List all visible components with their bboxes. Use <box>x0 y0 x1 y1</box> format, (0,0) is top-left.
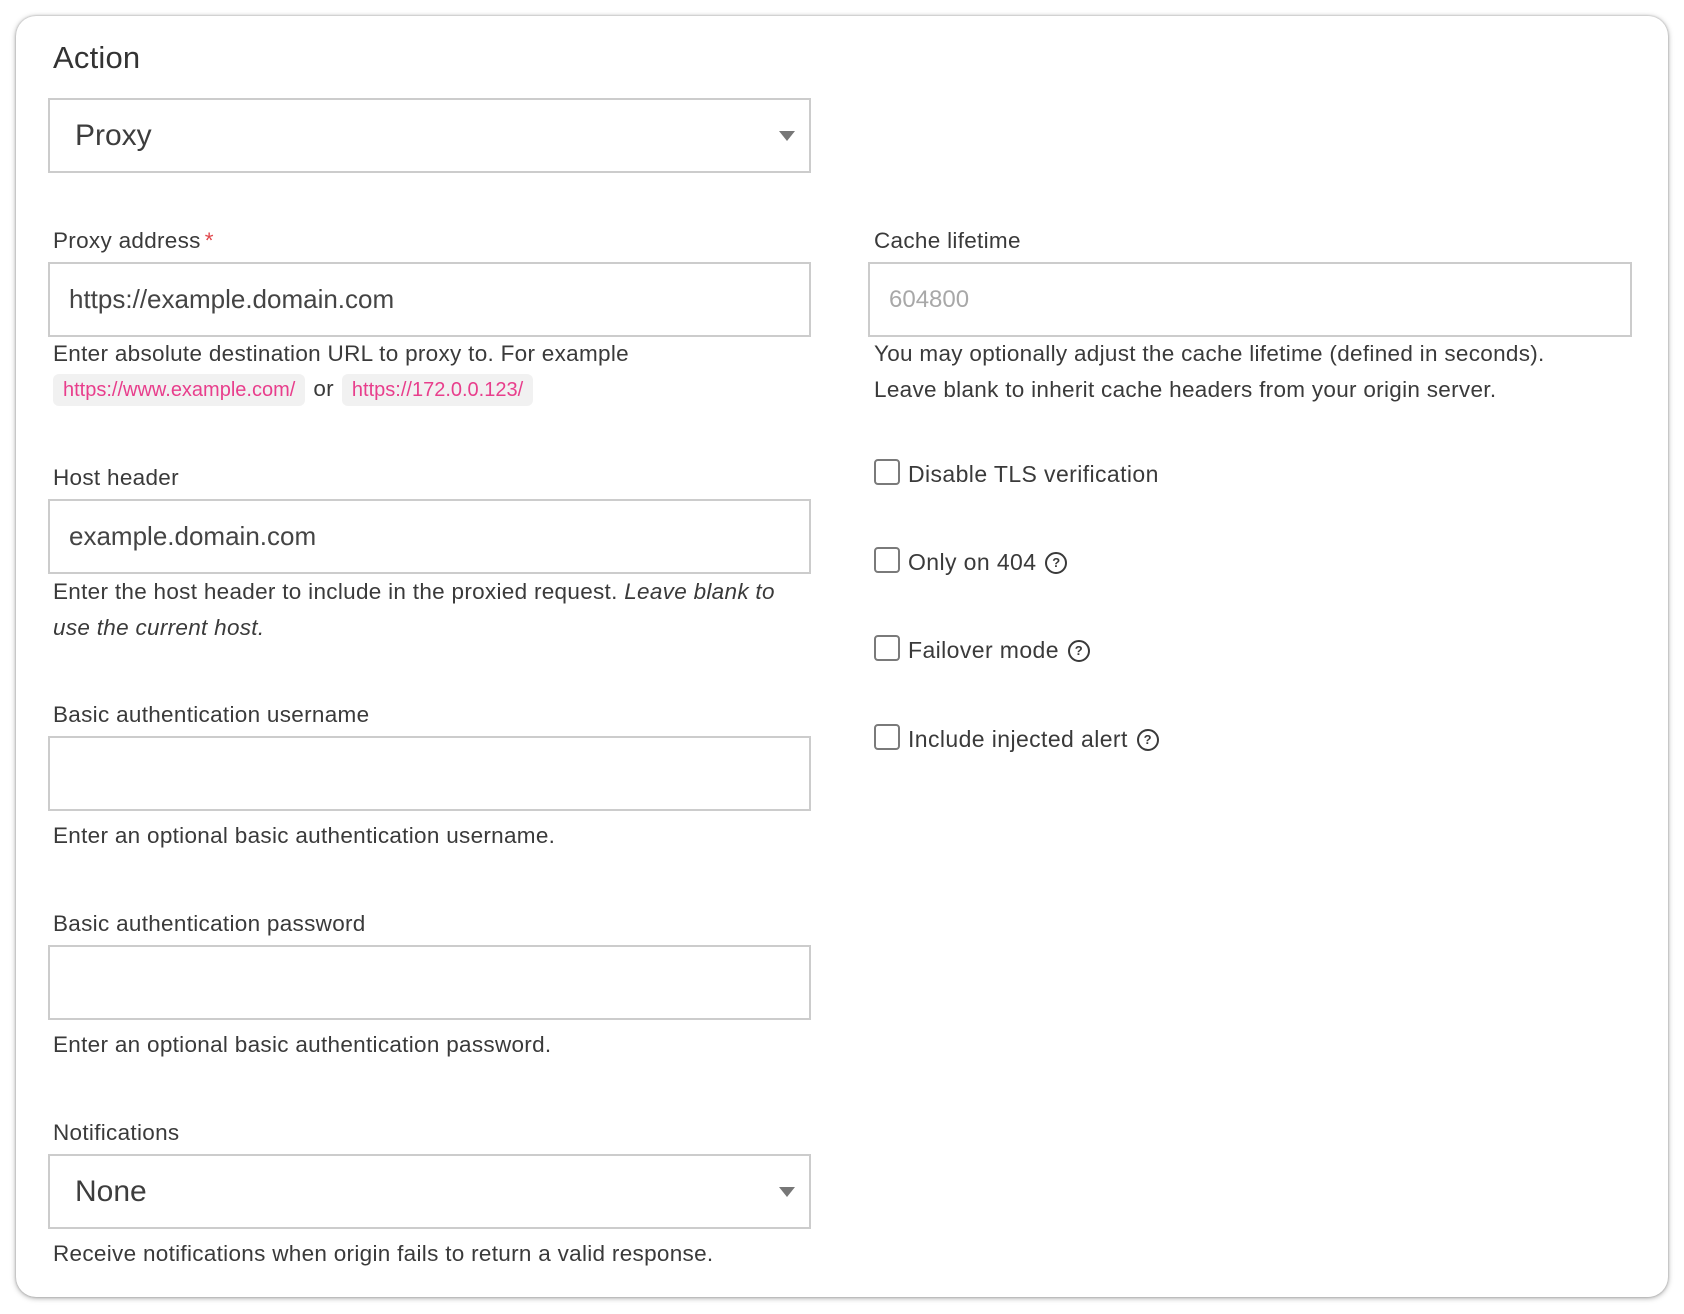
host-header-label: Host header <box>53 465 179 490</box>
checkbox-label: Failover mode <box>908 637 1059 663</box>
checkbox-box[interactable] <box>874 546 900 573</box>
host-header-help: Enter the host header to include in the … <box>53 574 793 646</box>
basic-auth-username-label: Basic authentication username <box>53 702 370 727</box>
host-header-value: example.domain.com <box>69 521 317 551</box>
proxy-address-label: Proxy address * <box>53 228 214 254</box>
proxy-address-value: https://example.domain.com <box>69 284 395 314</box>
host-header-help-text: Enter the host header to include in the … <box>53 579 625 604</box>
basic-auth-username-input[interactable] <box>48 736 811 811</box>
cache-lifetime-input[interactable]: 604800 <box>868 262 1632 337</box>
checkbox-include-injected-alert[interactable]: Include injected alert ? <box>874 723 1159 753</box>
checkbox-only-on-404[interactable]: Only on 404 ? <box>874 546 1068 576</box>
example-url-code-1: https://www.example.com/ <box>53 374 306 406</box>
checkbox-label: Include injected alert <box>908 726 1128 752</box>
checkbox-box[interactable] <box>874 723 900 750</box>
host-header-input[interactable]: example.domain.com <box>48 499 811 574</box>
basic-auth-username-help: Enter an optional basic authentication u… <box>53 823 556 848</box>
action-select[interactable]: Proxy <box>48 98 811 173</box>
notifications-select-value: None <box>75 1174 147 1208</box>
checkbox-failover-mode[interactable]: Failover mode ? <box>874 634 1090 664</box>
help-circle-icon[interactable]: ? <box>1067 639 1090 662</box>
cache-lifetime-label: Cache lifetime <box>874 228 1021 253</box>
checkbox-label: Only on 404 <box>908 549 1037 575</box>
action-settings-card <box>16 16 1668 1297</box>
cache-lifetime-placeholder: 604800 <box>889 285 970 313</box>
basic-auth-password-label: Basic authentication password <box>53 911 366 936</box>
cache-lifetime-help-line-2: Leave blank to inherit cache headers fro… <box>874 377 1497 402</box>
notifications-help: Receive notifications when origin fails … <box>53 1241 714 1266</box>
checkbox-label: Disable TLS verification <box>908 461 1159 487</box>
action-select-value: Proxy <box>75 118 152 152</box>
chevron-down-icon <box>779 1186 795 1197</box>
basic-auth-password-input[interactable] <box>48 945 811 1020</box>
basic-auth-password-help: Enter an optional basic authentication p… <box>53 1032 552 1057</box>
checkbox-box[interactable] <box>874 634 900 661</box>
checkbox-box[interactable] <box>874 458 900 485</box>
help-circle-icon[interactable]: ? <box>1136 728 1159 751</box>
cache-lifetime-help: You may optionally adjust the cache life… <box>874 336 1545 408</box>
checkbox-disable-tls-verification[interactable]: Disable TLS verification <box>874 458 1159 488</box>
required-asterisk: * <box>204 228 214 253</box>
cache-lifetime-help-line-1: You may optionally adjust the cache life… <box>874 341 1545 366</box>
proxy-address-label-text: Proxy address <box>53 228 201 253</box>
notifications-select[interactable]: None <box>48 1154 811 1229</box>
section-title: Action <box>53 40 141 75</box>
help-circle-icon[interactable]: ? <box>1045 551 1068 574</box>
or-text: or <box>313 376 334 401</box>
chevron-down-icon <box>779 130 795 141</box>
notifications-label: Notifications <box>53 1120 180 1145</box>
proxy-address-input[interactable]: https://example.domain.com <box>48 262 811 337</box>
proxy-address-help: Enter absolute destination URL to proxy … <box>53 336 813 407</box>
proxy-address-help-text: Enter absolute destination URL to proxy … <box>53 341 629 366</box>
example-url-code-2: https://172.0.0.123/ <box>341 374 534 406</box>
